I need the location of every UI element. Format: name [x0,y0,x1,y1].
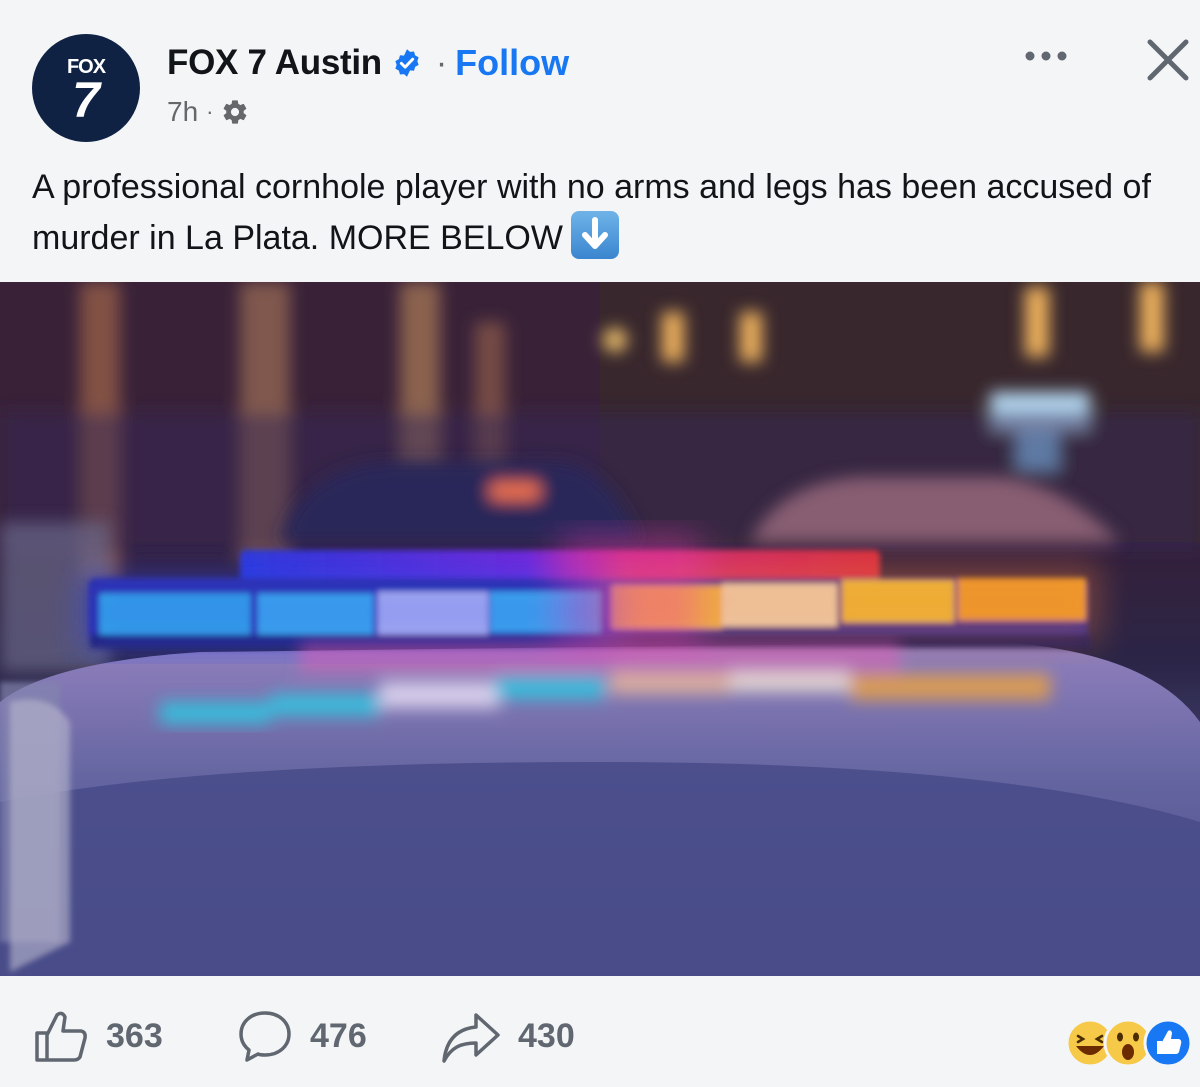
share-icon [442,1013,500,1063]
like-button[interactable]: 363 [32,1006,163,1066]
comment-count: 476 [310,1016,367,1055]
down-arrow-emoji-icon [570,211,619,259]
author-row: FOX 7 Austin · Follow [167,40,569,86]
like-count: 363 [106,1016,163,1055]
more-options-icon[interactable] [1018,36,1074,76]
post-header: FOX 7 FOX 7 Austin · Follow 7h · [0,0,1200,150]
verified-badge-icon [395,49,419,77]
follow-button[interactable]: Follow [455,42,569,84]
page-name[interactable]: FOX 7 Austin [167,43,382,83]
avatar-number: 7 [72,72,100,128]
like-reaction-icon [1143,1018,1193,1068]
share-button[interactable]: 430 [440,1006,575,1066]
thumbs-up-icon [35,1011,87,1062]
post-timestamp[interactable]: 7h [167,96,198,128]
name-separator: · [435,43,448,82]
post-meta: 7h · [167,92,249,132]
post-photo[interactable] [0,282,1200,976]
post-caption: A professional cornhole player with no a… [32,164,1182,262]
post-footer: 363 476 430 [0,976,1200,1087]
meta-separator: · [206,99,214,124]
comment-button[interactable]: 476 [236,1006,367,1066]
share-count: 430 [518,1016,575,1055]
gear-icon [224,100,247,124]
comment-icon [239,1011,291,1062]
police-car-lightbar-photo [0,282,1200,976]
reactions-summary[interactable] [1064,1016,1200,1070]
page-avatar[interactable]: FOX 7 [32,34,140,142]
close-icon[interactable] [1140,32,1196,88]
